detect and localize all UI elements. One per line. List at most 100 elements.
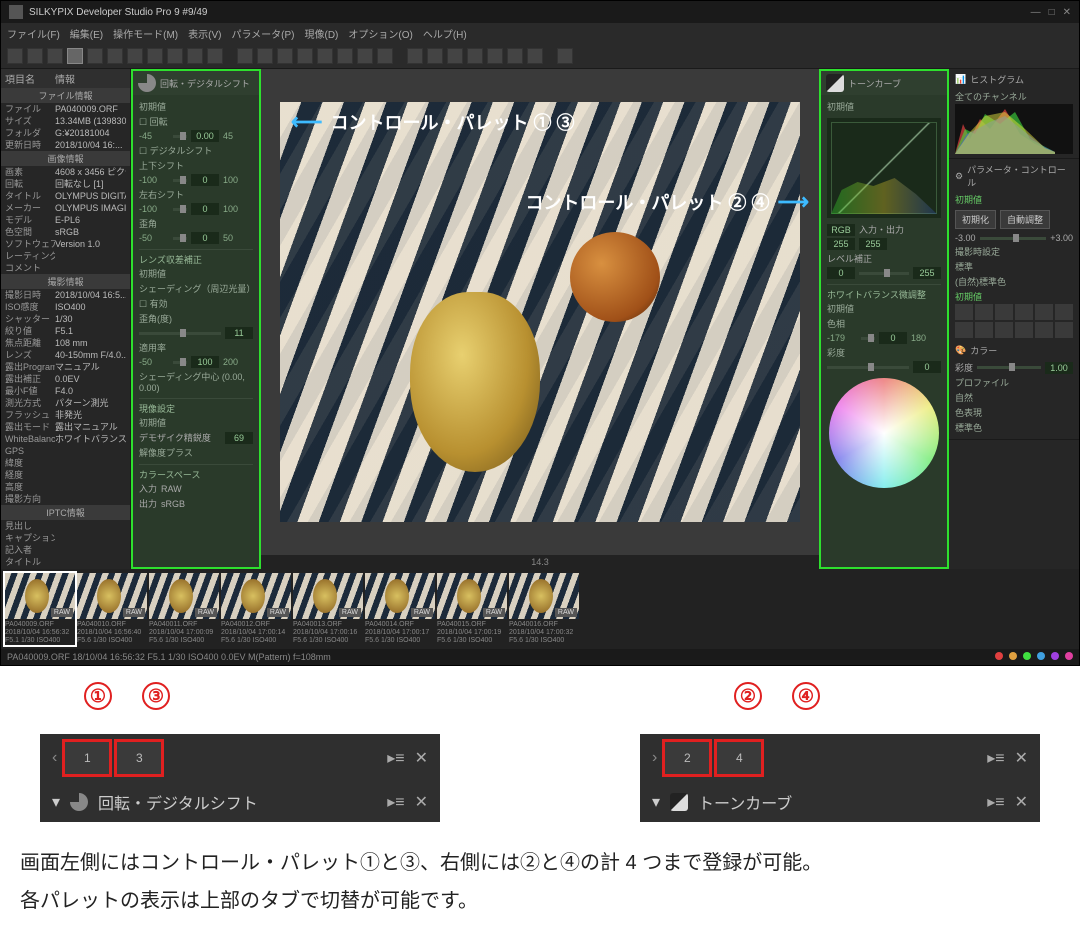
list-icon[interactable]: ▸≡ xyxy=(987,748,1004,768)
thumbnail[interactable]: RAWPA040011.ORF2018/10/04 17:00:09F5.6 1… xyxy=(149,573,219,645)
thumbnail[interactable]: RAWPA040012.ORF2018/10/04 17:00:14F5.6 1… xyxy=(221,573,291,645)
tool-icon[interactable] xyxy=(1015,304,1033,320)
channel-select[interactable]: RGB xyxy=(827,224,855,236)
tool-btn[interactable] xyxy=(377,48,393,64)
hue-slider[interactable]: -1790180 xyxy=(827,331,941,345)
tool-btn[interactable] xyxy=(127,48,143,64)
reset-btn[interactable]: 初期値 xyxy=(139,266,253,281)
chevron-down-icon[interactable]: ▾ xyxy=(652,792,660,812)
thumbnail-strip[interactable]: RAWPA040009.ORF2018/10/04 16:56:32F5.1 1… xyxy=(1,569,1079,649)
cs-out-val[interactable]: sRGB xyxy=(161,499,253,509)
color-wheel[interactable] xyxy=(829,378,939,488)
tool-icon[interactable] xyxy=(975,322,993,338)
tab-1[interactable]: 1 xyxy=(65,742,109,774)
menu-help[interactable]: ヘルプ(H) xyxy=(423,26,467,41)
look-value[interactable]: 標準色 xyxy=(955,420,1073,435)
tool-btn[interactable] xyxy=(27,48,43,64)
thumbnail[interactable]: RAWPA040014.ORF2018/10/04 17:00:17F5.6 1… xyxy=(365,573,435,645)
tool-btn[interactable] xyxy=(167,48,183,64)
tool-btn[interactable] xyxy=(557,48,573,64)
tool-btn[interactable] xyxy=(357,48,373,64)
tool-btn[interactable] xyxy=(527,48,543,64)
tool-btn[interactable] xyxy=(337,48,353,64)
rotate-slider[interactable]: -450.0045 xyxy=(139,129,253,143)
input-val[interactable]: 255 xyxy=(827,238,855,250)
thumbnail[interactable]: RAWPA040010.ORF2018/10/04 16:56:40F5.6 1… xyxy=(77,573,147,645)
lr-slider[interactable]: -1000100 xyxy=(139,202,253,216)
tool-btn[interactable] xyxy=(147,48,163,64)
tool-btn[interactable] xyxy=(407,48,423,64)
std-preset[interactable]: 標準 xyxy=(955,259,1073,274)
thumbnail[interactable]: RAWPA040009.ORF2018/10/04 16:56:32F5.1 1… xyxy=(5,573,75,645)
exposure-slider[interactable]: -3.00+3.00 xyxy=(955,232,1073,244)
menu-view[interactable]: 表示(V) xyxy=(188,26,221,41)
close-icon[interactable]: ✕ xyxy=(1015,792,1028,812)
nat-preset[interactable]: (自然)標準色 xyxy=(955,274,1073,289)
ud-slider[interactable]: -1000100 xyxy=(139,173,253,187)
rate-slider[interactable]: -50100200 xyxy=(139,355,253,369)
list-icon[interactable]: ▸≡ xyxy=(987,792,1004,812)
tool-btn[interactable] xyxy=(467,48,483,64)
tool-icon[interactable] xyxy=(975,304,993,320)
list-icon[interactable]: ▸≡ xyxy=(387,748,404,768)
reset-btn[interactable]: 初期値 xyxy=(139,415,253,430)
tool-icon[interactable] xyxy=(995,304,1013,320)
tool-btn[interactable] xyxy=(257,48,273,64)
tool-btn[interactable] xyxy=(447,48,463,64)
reset-btn[interactable]: 初期値 xyxy=(139,99,253,114)
menu-option[interactable]: オプション(O) xyxy=(348,26,412,41)
saturation-slider[interactable]: 彩度1.00 xyxy=(955,360,1073,375)
tool-icon[interactable] xyxy=(1035,304,1053,320)
tool-btn[interactable] xyxy=(237,48,253,64)
tool-btn[interactable] xyxy=(67,48,83,64)
tool-btn[interactable] xyxy=(427,48,443,64)
init-button[interactable]: 初期化 xyxy=(955,210,996,229)
persp-slider[interactable]: -50050 xyxy=(139,231,253,245)
reset-label[interactable]: 初期値 xyxy=(955,192,1073,207)
tool-icon[interactable] xyxy=(955,322,973,338)
tool-btn[interactable] xyxy=(107,48,123,64)
tool-btn[interactable] xyxy=(277,48,293,64)
reset-btn[interactable]: 初期値 xyxy=(827,99,941,114)
output-val[interactable]: 255 xyxy=(859,238,887,250)
angle-slider[interactable]: 11 xyxy=(139,326,253,340)
thumbnail[interactable]: RAWPA040015.ORF2018/10/04 17:00:19F5.6 1… xyxy=(437,573,507,645)
tool-btn[interactable] xyxy=(297,48,313,64)
profile-value[interactable]: 自然 xyxy=(955,390,1073,405)
tool-icon[interactable] xyxy=(1035,322,1053,338)
menu-develop[interactable]: 現像(D) xyxy=(305,26,339,41)
tool-btn[interactable] xyxy=(47,48,63,64)
auto-button[interactable]: 自動調整 xyxy=(1000,210,1050,229)
image-viewer[interactable]: ⟵ コントロール・パレット ① ③ コントロール・パレット ② ④ ⟶ xyxy=(261,69,819,555)
tool-btn[interactable] xyxy=(87,48,103,64)
tool-icon[interactable] xyxy=(995,322,1013,338)
menu-edit[interactable]: 編集(E) xyxy=(70,26,103,41)
menu-mode[interactable]: 操作モード(M) xyxy=(113,26,178,41)
tool-btn[interactable] xyxy=(317,48,333,64)
tone-curve-graph[interactable] xyxy=(827,118,941,218)
tool-icon[interactable] xyxy=(1055,304,1073,320)
shoot-preset[interactable]: 撮影時設定 xyxy=(955,244,1073,259)
demosaic-val[interactable]: 69 xyxy=(225,432,253,444)
close-icon[interactable]: ✕ xyxy=(415,748,428,768)
histo-sub[interactable]: 全てのチャンネル xyxy=(955,89,1073,104)
menu-file[interactable]: ファイル(F) xyxy=(7,26,60,41)
reset-btn[interactable]: 初期値 xyxy=(827,301,941,316)
minimize-icon[interactable]: — xyxy=(1031,7,1041,18)
thumbnail[interactable]: RAWPA040013.ORF2018/10/04 17:00:16F5.6 1… xyxy=(293,573,363,645)
tool-icon[interactable] xyxy=(955,304,973,320)
list-icon[interactable]: ▸≡ xyxy=(387,792,404,812)
close-icon[interactable]: ✕ xyxy=(1063,7,1071,18)
menu-param[interactable]: パラメータ(P) xyxy=(231,26,294,41)
chevron-down-icon[interactable]: ▾ xyxy=(52,792,60,812)
chevron-left-icon[interactable]: ‹ xyxy=(52,749,57,767)
thumbnail[interactable]: RAWPA040016.ORF2018/10/04 17:00:32F5.6 1… xyxy=(509,573,579,645)
sat-slider[interactable]: 0 xyxy=(827,360,941,374)
tab-4[interactable]: 4 xyxy=(717,742,761,774)
tab-2[interactable]: 2 xyxy=(665,742,709,774)
chevron-right-icon[interactable]: › xyxy=(652,749,657,767)
tool-icon[interactable] xyxy=(1055,322,1073,338)
tool-btn[interactable] xyxy=(487,48,503,64)
tool-btn[interactable] xyxy=(7,48,23,64)
tool-icon[interactable] xyxy=(1015,322,1033,338)
